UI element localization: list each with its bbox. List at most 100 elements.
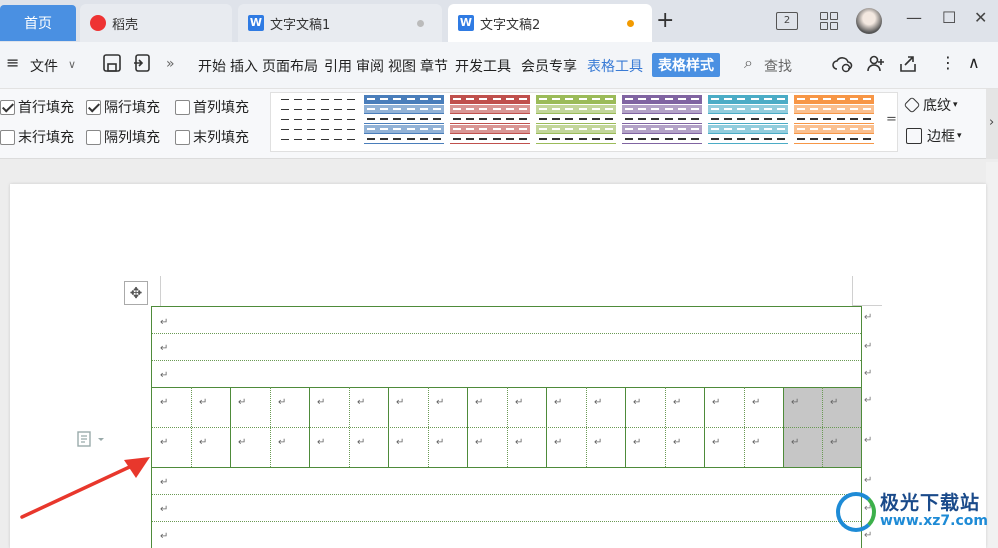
menu-insert[interactable]: 插入	[230, 56, 258, 76]
table-row-border	[152, 333, 861, 334]
menu-chapter[interactable]: 章节	[420, 56, 448, 76]
table-cell[interactable]: ↵	[475, 398, 483, 408]
tab-home[interactable]: 首页	[0, 5, 76, 41]
table-style-swatch[interactable]	[622, 95, 702, 149]
table-style-swatch[interactable]	[278, 95, 358, 149]
table-cell[interactable]: ↵	[752, 438, 760, 448]
table-cell[interactable]: ↵	[238, 438, 246, 448]
writer-icon: W	[458, 15, 474, 31]
menu-table-tools[interactable]: 表格工具	[587, 56, 643, 76]
table-cell[interactable]: ↵	[357, 438, 365, 448]
multiwindow-icon[interactable]: 2	[776, 6, 798, 36]
paste-options-icon[interactable]	[76, 430, 110, 448]
table-col-border	[546, 387, 547, 467]
menu-view[interactable]: 视图	[388, 56, 416, 76]
table-cell[interactable]: ↵	[436, 398, 444, 408]
table-cell[interactable]: ↵	[515, 438, 523, 448]
menu-start[interactable]: 开始	[198, 56, 226, 76]
table-style-swatch[interactable]	[450, 95, 530, 149]
kebab-menu-icon[interactable]: ⋮	[940, 53, 956, 72]
shading-button[interactable]: 底纹 ▾	[903, 95, 958, 115]
alt-col-fill-checkbox[interactable]: 隔列填充	[86, 127, 160, 147]
minimize-button[interactable]: —	[906, 8, 922, 27]
first-row-fill-checkbox[interactable]: 首行填充	[0, 97, 74, 117]
more-icon[interactable]: »	[166, 56, 175, 72]
more-styles-button[interactable]: =	[886, 112, 897, 127]
save-icon[interactable]	[102, 53, 122, 77]
table-cell[interactable]: ↵	[475, 438, 483, 448]
tab-daoke-label: 稻壳	[112, 17, 139, 33]
avatar[interactable]	[856, 6, 882, 36]
table-cell[interactable]: ↵	[278, 398, 286, 408]
table-cell[interactable]: ↵	[712, 438, 720, 448]
table-cell[interactable]: ↵	[238, 398, 246, 408]
alt-row-fill-checkbox[interactable]: 隔行填充	[86, 97, 160, 117]
table-cell[interactable]: ↵	[436, 438, 444, 448]
table-cell[interactable]: ↵	[752, 398, 760, 408]
checkbox-icon	[175, 129, 190, 145]
file-menu[interactable]: 文件	[30, 56, 58, 76]
table-cell[interactable]: ↵	[673, 438, 681, 448]
table-style-swatch[interactable]	[708, 95, 788, 149]
table-cell[interactable]: ↵	[396, 398, 404, 408]
search-button[interactable]: 查找	[764, 56, 792, 76]
vertical-scrollbar[interactable]	[986, 162, 998, 548]
table-cell[interactable]: ↵	[830, 438, 838, 448]
menu-review[interactable]: 审阅	[356, 56, 384, 76]
menu-member[interactable]: 会员专享	[521, 56, 577, 76]
cloud-sync-icon[interactable]	[832, 54, 854, 78]
table-cell[interactable]: ↵	[633, 438, 641, 448]
table-cell[interactable]: ↵	[396, 438, 404, 448]
first-col-fill-checkbox[interactable]: 首列填充	[175, 97, 249, 117]
add-user-icon[interactable]	[866, 54, 886, 78]
share-icon[interactable]	[898, 54, 918, 78]
menu-references[interactable]: 引用	[324, 56, 352, 76]
last-col-fill-checkbox[interactable]: 末列填充	[175, 127, 249, 147]
table-cell[interactable]: ↵	[594, 438, 602, 448]
tab-doc1[interactable]: W 文字文稿1	[238, 4, 442, 42]
table-cell[interactable]: ↵	[554, 438, 562, 448]
table-cell[interactable]: ↵	[673, 398, 681, 408]
table-cell[interactable]: ↵	[317, 398, 325, 408]
table-cell[interactable]: ↵	[791, 398, 799, 408]
export-pdf-icon[interactable]	[132, 53, 152, 77]
menu-layout[interactable]: 页面布局	[262, 56, 318, 76]
table-cell[interactable]: ↵	[594, 398, 602, 408]
table-move-handle[interactable]: ✥	[124, 281, 148, 305]
table-cell[interactable]: ↵	[199, 438, 207, 448]
table-cell[interactable]: ↵	[199, 398, 207, 408]
table-cell[interactable]: ↵	[554, 398, 562, 408]
new-tab-button[interactable]: +	[656, 10, 674, 32]
apps-grid-icon[interactable]	[820, 6, 838, 36]
close-button[interactable]: ✕	[974, 8, 987, 27]
table-style-swatch[interactable]	[536, 95, 616, 149]
tab-daoke[interactable]: 稻壳	[80, 4, 232, 42]
chevron-down-icon[interactable]: ∨	[68, 58, 76, 71]
table-col-border	[665, 387, 666, 467]
table-cell[interactable]: ↵	[712, 398, 720, 408]
collapse-ribbon-icon[interactable]: ∧	[968, 53, 980, 72]
tab-doc2[interactable]: W 文字文稿2	[448, 4, 652, 42]
table-cell[interactable]: ↵	[357, 398, 365, 408]
table-cell[interactable]: ↵	[633, 398, 641, 408]
ribbon-scroll-right[interactable]: ›	[986, 89, 998, 159]
document-table[interactable]: ↵ ↵ ↵ ↵ ↵ ↵ ↵ ↵ ↵ ↵ ↵ ↵ ↵ ↵ ↵ ↵ ↵ ↵ ↵ ↵ ↵ ↵ ↵ ↵ ↵ ↵ ↵ ↵ ↵ ↵ ↵ ↵ ↵ ↵ ↵ ↵ ↵ ↵ ↵ ↵…	[151, 306, 862, 548]
table-cell[interactable]: ↵	[791, 438, 799, 448]
table-cell[interactable]: ↵	[278, 438, 286, 448]
border-button[interactable]: 边框 ▾	[906, 126, 962, 146]
menu-table-style[interactable]: 表格样式	[652, 53, 720, 77]
table-cell[interactable]: ↵	[160, 438, 168, 448]
table-cell[interactable]: ↵	[160, 398, 168, 408]
table-style-swatch[interactable]	[794, 95, 874, 149]
search-icon[interactable]: ⌕	[744, 53, 753, 73]
menu-developer[interactable]: 开发工具	[455, 56, 511, 76]
maximize-button[interactable]: ☐	[942, 8, 956, 27]
table-cell[interactable]: ↵	[515, 398, 523, 408]
hamburger-icon[interactable]: ≡	[6, 53, 19, 72]
table-cell[interactable]: ↵	[830, 398, 838, 408]
paragraph-mark: ↵	[160, 531, 169, 542]
table-cell[interactable]: ↵	[317, 438, 325, 448]
margin-guide	[160, 276, 161, 306]
last-row-fill-checkbox[interactable]: 末行填充	[0, 127, 74, 147]
table-style-swatch[interactable]	[364, 95, 444, 149]
